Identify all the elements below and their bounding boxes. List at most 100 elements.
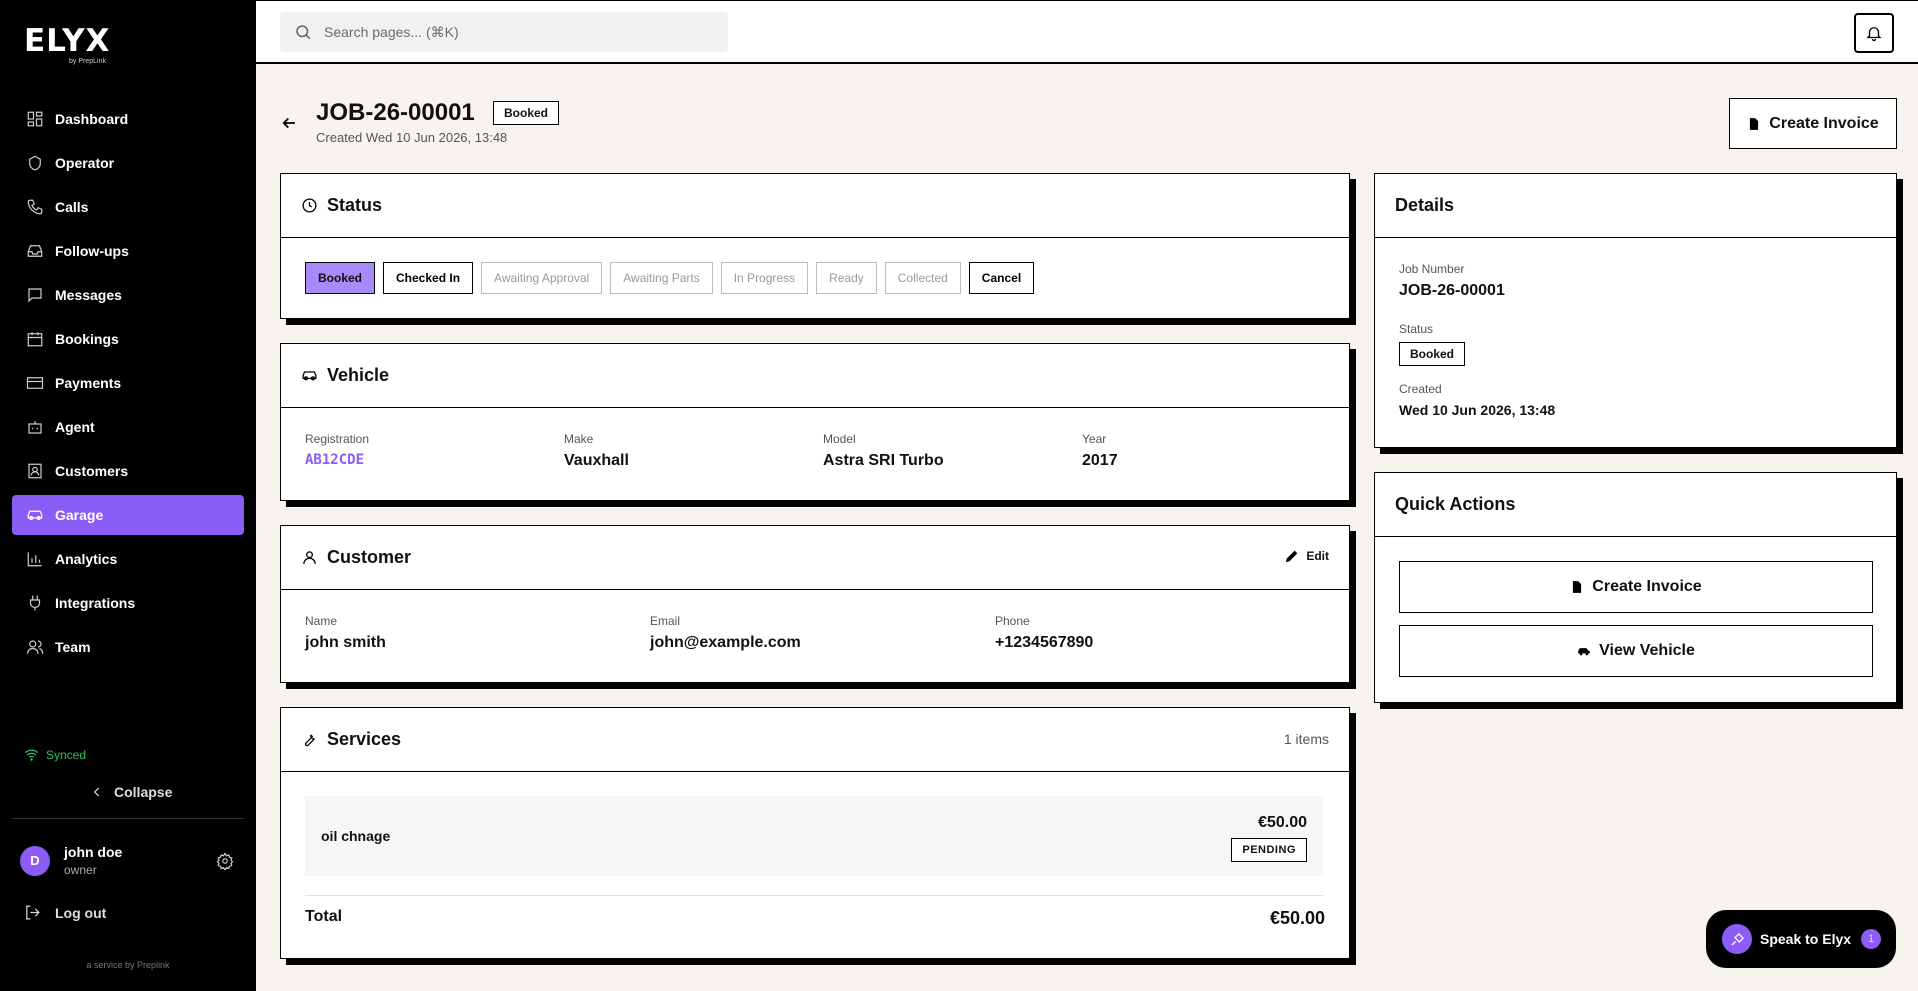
- status-collected-button[interactable]: Collected: [884, 262, 961, 294]
- created-label: Created: [1399, 382, 1442, 396]
- sidebar-item-dashboard[interactable]: Dashboard: [12, 99, 244, 139]
- status-booked-button[interactable]: Booked: [305, 262, 376, 294]
- user-role: owner: [64, 863, 97, 877]
- quick-actions-card-header: Quick Actions: [1375, 473, 1896, 537]
- sidebar-item-label: Garage: [55, 507, 104, 523]
- name-value: john smith: [305, 634, 386, 651]
- search-icon: [296, 25, 311, 40]
- phone-value: +1234567890: [995, 634, 1094, 651]
- sidebar-item-messages[interactable]: Messages: [12, 275, 244, 315]
- microphone-icon: [1722, 924, 1752, 954]
- list-item[interactable]: oil chnage €50.00 PENDING: [305, 796, 1323, 876]
- status-checked-in-button[interactable]: Checked In: [383, 262, 474, 294]
- sidebar-item-bookings[interactable]: Bookings: [12, 319, 244, 359]
- view-vehicle-button[interactable]: View Vehicle: [1399, 625, 1873, 677]
- services-card-title: Services: [327, 729, 402, 749]
- status-button-group: Booked Checked In Awaiting Approval Awai…: [305, 262, 1042, 294]
- sidebar-item-analytics[interactable]: Analytics: [12, 539, 244, 579]
- edit-customer-button[interactable]: Edit: [1284, 548, 1329, 564]
- back-button[interactable]: [280, 114, 300, 134]
- logout-button[interactable]: Log out: [24, 904, 106, 921]
- avatar: D: [20, 845, 50, 876]
- sidebar-item-label: Messages: [55, 287, 122, 303]
- make-label: Make: [564, 432, 594, 446]
- vehicle-card-title: Vehicle: [327, 365, 390, 385]
- sidebar-item-label: Team: [55, 639, 91, 655]
- registration-label: Registration: [305, 432, 370, 446]
- customer-name-field: Name john smith: [305, 614, 386, 652]
- phone-label: Phone: [995, 614, 1030, 628]
- customer-card-header: Customer Edit: [281, 526, 1349, 590]
- collapse-label: Collapse: [114, 784, 173, 800]
- search-bar[interactable]: [280, 12, 728, 52]
- car-icon: [1578, 648, 1590, 656]
- job-number-label: Job Number: [1399, 262, 1465, 276]
- created-value: Wed 10 Jun 2026, 13:48: [1399, 402, 1556, 418]
- sidebar-item-label: Integrations: [55, 595, 136, 611]
- calendar-icon: [25, 329, 45, 349]
- year-value: 2017: [1082, 452, 1118, 469]
- message-icon: [25, 285, 45, 305]
- status-cancel-button[interactable]: Cancel: [968, 262, 1035, 294]
- notifications-button[interactable]: [1854, 13, 1894, 53]
- sidebar-item-integrations[interactable]: Integrations: [12, 583, 244, 623]
- sidebar-item-calls[interactable]: Calls: [12, 187, 244, 227]
- search-input[interactable]: [324, 24, 704, 40]
- speak-label: Speak to Elyx: [1760, 931, 1852, 947]
- user-name: john doe: [64, 844, 123, 860]
- sidebar-item-agent[interactable]: Agent: [12, 407, 244, 447]
- document-icon: [1750, 117, 1759, 130]
- name-label: Name: [305, 614, 338, 628]
- sidebar-item-label: Customers: [55, 463, 129, 479]
- year-field: Year 2017: [1082, 432, 1118, 470]
- gear-icon[interactable]: [216, 852, 236, 872]
- create-invoice-button[interactable]: Create Invoice: [1729, 98, 1897, 149]
- status-ready-button[interactable]: Ready: [816, 262, 877, 294]
- customer-email-field: Email john@example.com: [650, 614, 801, 652]
- clock-icon: [301, 197, 319, 215]
- customer-card: Customer Edit Name john smith Email john…: [280, 525, 1350, 683]
- plug-icon: [25, 593, 45, 613]
- collapse-button[interactable]: Collapse: [90, 784, 172, 800]
- model-label: Model: [823, 432, 856, 446]
- logo[interactable]: ELYX by PrepLink: [24, 26, 110, 66]
- customer-card-title: Customer: [327, 547, 412, 567]
- car-icon: [301, 367, 319, 385]
- customer-phone-field: Phone +1234567890: [995, 614, 1093, 652]
- sidebar-item-customers[interactable]: Customers: [12, 451, 244, 491]
- sidebar-item-label: Agent: [55, 419, 95, 435]
- user-profile[interactable]: D john doe owner: [20, 844, 122, 877]
- registration-value[interactable]: AB12CDE: [305, 452, 369, 468]
- year-label: Year: [1082, 432, 1107, 446]
- sidebar-item-follow-ups[interactable]: Follow-ups: [12, 231, 244, 271]
- contact-icon: [25, 461, 45, 481]
- status-in-progress-button[interactable]: In Progress: [720, 262, 809, 294]
- sidebar-item-operator[interactable]: Operator: [12, 143, 244, 183]
- sidebar-item-garage[interactable]: Garage: [12, 495, 244, 535]
- sidebar-nav: Dashboard Operator Calls Follow-ups Mess…: [12, 99, 244, 671]
- quick-actions-card: Quick Actions Create Invoice View Vehicl…: [1374, 472, 1897, 703]
- sidebar-item-label: Bookings: [55, 331, 119, 347]
- status-label: Status: [1399, 322, 1434, 336]
- sidebar-item-label: Dashboard: [55, 111, 129, 127]
- bot-icon: [25, 417, 45, 437]
- phone-icon: [25, 197, 45, 217]
- sidebar-item-team[interactable]: Team: [12, 627, 244, 667]
- sync-status-label: Synced: [46, 747, 87, 762]
- status-awaiting-approval-button[interactable]: Awaiting Approval: [481, 262, 603, 294]
- quick-create-invoice-button[interactable]: Create Invoice: [1399, 561, 1873, 613]
- speak-to-elyx-button[interactable]: Speak to Elyx 1: [1706, 910, 1896, 968]
- chart-icon: [25, 549, 45, 569]
- sidebar-item-label: Operator: [55, 155, 115, 171]
- sidebar-divider: [12, 818, 244, 819]
- dashboard-icon: [25, 109, 45, 129]
- make-value: Vauxhall: [564, 452, 629, 469]
- create-invoice-label: Create Invoice: [1769, 114, 1879, 132]
- sidebar-item-payments[interactable]: Payments: [12, 363, 244, 403]
- service-price: €50.00: [1258, 814, 1307, 831]
- status-awaiting-parts-button[interactable]: Awaiting Parts: [610, 262, 713, 294]
- registration-field: Registration AB12CDE: [305, 432, 369, 468]
- page-title: JOB-26-00001: [316, 99, 475, 126]
- inbox-icon: [25, 241, 45, 261]
- detail-created: Created Wed 10 Jun 2026, 13:48: [1399, 382, 1555, 418]
